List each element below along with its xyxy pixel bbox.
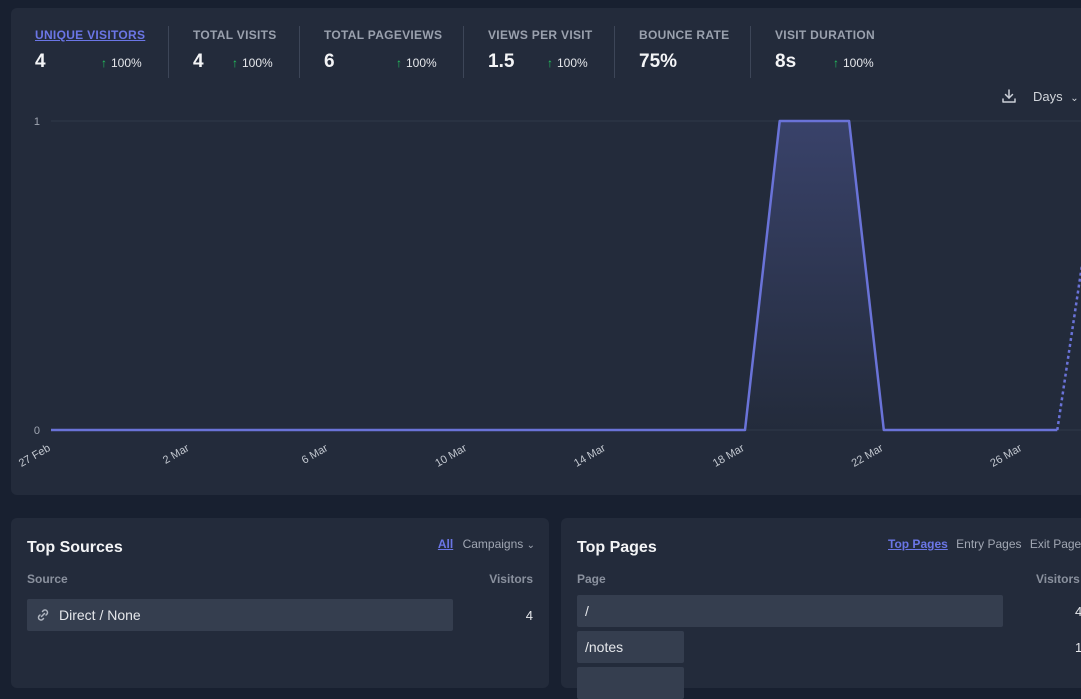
source-name[interactable]: Direct / None [59, 607, 141, 623]
x-tick-label: 2 Mar [161, 442, 192, 467]
x-tick-label: 10 Mar [433, 442, 469, 470]
tab-all[interactable]: All [438, 537, 453, 551]
top-sources-panel: Top Sources All Campaigns ⌄ Source Visit… [11, 518, 549, 688]
x-tick-label: 22 Mar [850, 442, 886, 470]
tab-exit-pages[interactable]: Exit Pages [1030, 537, 1081, 551]
chevron-down-icon: ⌄ [526, 540, 535, 551]
column-header-visitors: Visitors [489, 572, 533, 586]
column-header-source: Source [27, 572, 68, 586]
tab-campaigns-label: Campaigns [462, 537, 524, 551]
top-pages-panel: Top Pages Top Pages Entry Pages Exit Pag… [561, 518, 1081, 699]
page-visitors: 4 [1075, 604, 1081, 619]
link-icon [35, 607, 51, 623]
tab-top-pages[interactable]: Top Pages [888, 537, 948, 551]
x-tick-label: 18 Mar [711, 442, 747, 470]
page-path[interactable]: /notes [585, 639, 623, 655]
series-line [51, 119, 1058, 432]
tab-entry-pages[interactable]: Entry Pages [956, 537, 1021, 551]
x-tick-label: 14 Mar [572, 442, 608, 470]
panel-title: Top Pages [577, 539, 657, 556]
source-visitors: 4 [525, 608, 533, 623]
column-header-visitors: Visitors [1036, 572, 1080, 586]
x-tick-label: 27 Feb [17, 442, 53, 470]
panel-title: Top Sources [27, 539, 123, 556]
pages-tabs: Top Pages Entry Pages Exit Pages [888, 537, 1081, 551]
tab-campaigns[interactable]: Campaigns ⌄ [463, 537, 535, 551]
list-item[interactable] [577, 667, 684, 699]
series-line-incomplete [1056, 263, 1081, 431]
page-visitors: 1 [1075, 640, 1081, 655]
x-tick-label: 26 Mar [988, 442, 1024, 470]
x-tick-label: 6 Mar [300, 442, 331, 467]
series-area [51, 121, 1058, 430]
y-tick-label: 0 [34, 425, 40, 437]
source-tabs: All Campaigns ⌄ [438, 537, 535, 551]
visitors-chart[interactable]: 0 1 27 Feb 2 Mar 6 Mar 10 Mar 14 Mar 18 Mar 22 M… [0, 0, 1081, 500]
y-tick-label: 1 [34, 116, 40, 128]
list-item[interactable] [577, 595, 1003, 627]
column-header-page: Page [577, 572, 606, 586]
page-path[interactable]: / [585, 603, 589, 619]
